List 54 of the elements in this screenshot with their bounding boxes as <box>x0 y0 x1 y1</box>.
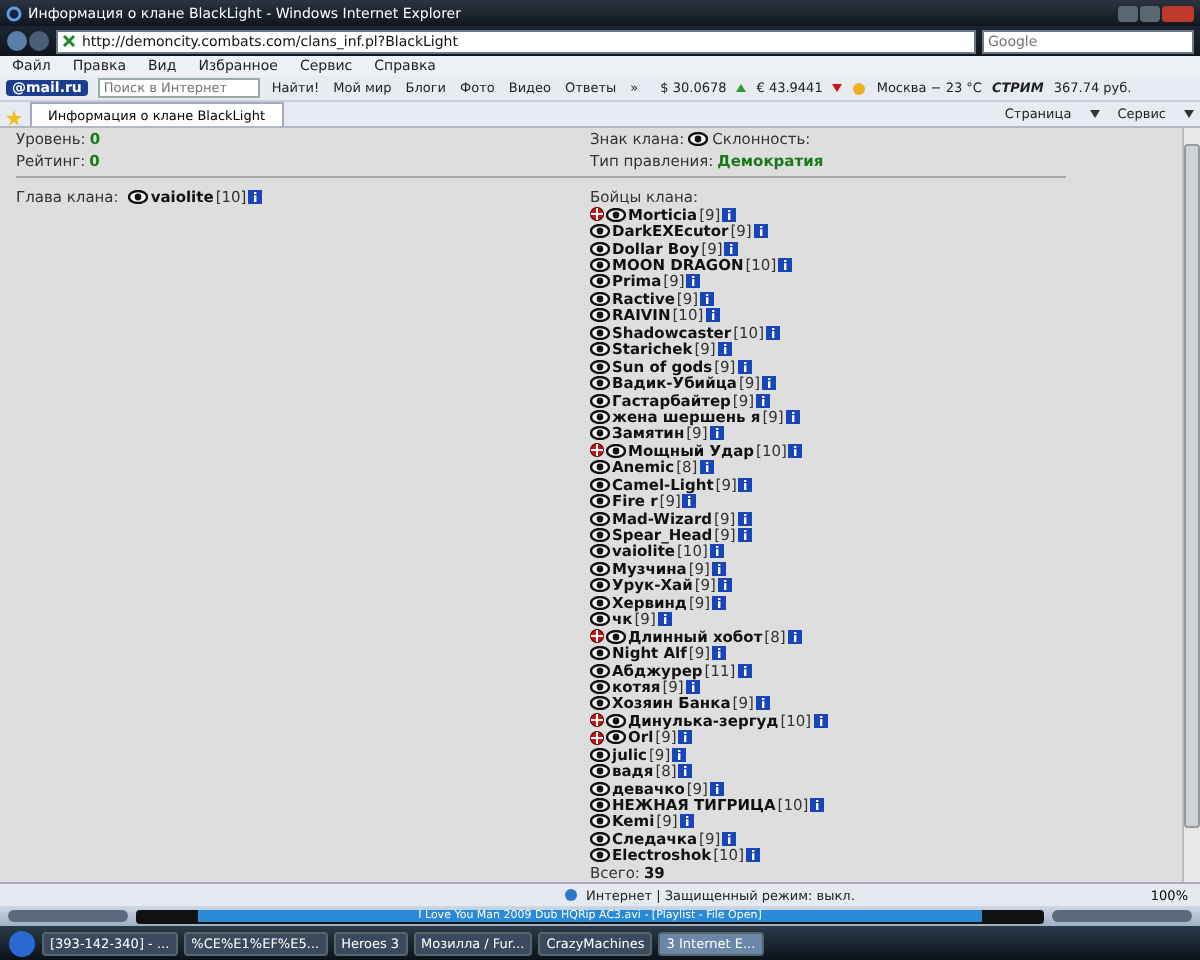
info-icon[interactable] <box>657 612 672 627</box>
info-icon[interactable] <box>672 747 687 762</box>
info-icon[interactable] <box>705 308 720 323</box>
info-icon[interactable] <box>717 578 732 593</box>
info-icon[interactable] <box>788 443 803 458</box>
info-icon[interactable] <box>813 713 828 728</box>
info-icon[interactable] <box>762 376 777 391</box>
info-icon[interactable] <box>737 528 752 543</box>
info-icon[interactable] <box>724 241 739 256</box>
caret-icon[interactable] <box>1089 110 1100 118</box>
down-arrow-icon <box>832 84 843 92</box>
info-icon[interactable] <box>700 291 715 306</box>
info-icon[interactable] <box>787 629 802 644</box>
info-icon[interactable] <box>766 325 780 340</box>
info-icon[interactable] <box>753 224 768 239</box>
info-icon[interactable] <box>248 189 263 203</box>
info-icon[interactable] <box>722 207 737 222</box>
info-icon[interactable] <box>709 426 724 441</box>
info-icon[interactable] <box>755 696 770 711</box>
info-icon[interactable] <box>678 764 693 779</box>
info-icon[interactable] <box>712 595 727 610</box>
info-icon[interactable] <box>756 393 771 408</box>
scrollbar[interactable] <box>1182 128 1200 882</box>
info-icon[interactable] <box>746 848 761 863</box>
info-icon[interactable] <box>785 409 800 424</box>
page-icon <box>62 34 76 48</box>
eye-icon <box>688 131 709 145</box>
info-icon[interactable] <box>738 477 753 492</box>
star-icon[interactable] <box>6 110 22 126</box>
info-icon[interactable] <box>709 544 724 559</box>
caret-icon[interactable] <box>1184 110 1194 118</box>
info-icon[interactable] <box>712 646 727 661</box>
info-icon[interactable] <box>737 511 752 526</box>
info-icon[interactable] <box>737 359 752 374</box>
start-button[interactable] <box>8 929 36 957</box>
info-icon[interactable] <box>679 814 694 829</box>
info-icon[interactable] <box>737 663 752 678</box>
info-icon[interactable] <box>810 798 825 813</box>
info-icon[interactable] <box>722 831 737 846</box>
globe-icon <box>564 888 578 902</box>
sun-icon <box>852 81 867 95</box>
info-icon[interactable] <box>709 781 724 796</box>
info-icon[interactable] <box>686 274 701 289</box>
up-arrow-icon <box>736 84 747 92</box>
info-icon[interactable] <box>682 494 697 509</box>
info-icon[interactable] <box>711 561 726 576</box>
info-icon[interactable] <box>699 460 714 475</box>
info-icon[interactable] <box>778 258 793 273</box>
window-controls[interactable] <box>1118 5 1194 21</box>
eye-icon <box>128 189 149 203</box>
info-icon[interactable] <box>685 679 700 694</box>
info-icon[interactable] <box>717 342 732 357</box>
info-icon[interactable] <box>678 730 693 745</box>
back-forward-buttons[interactable] <box>6 30 50 52</box>
